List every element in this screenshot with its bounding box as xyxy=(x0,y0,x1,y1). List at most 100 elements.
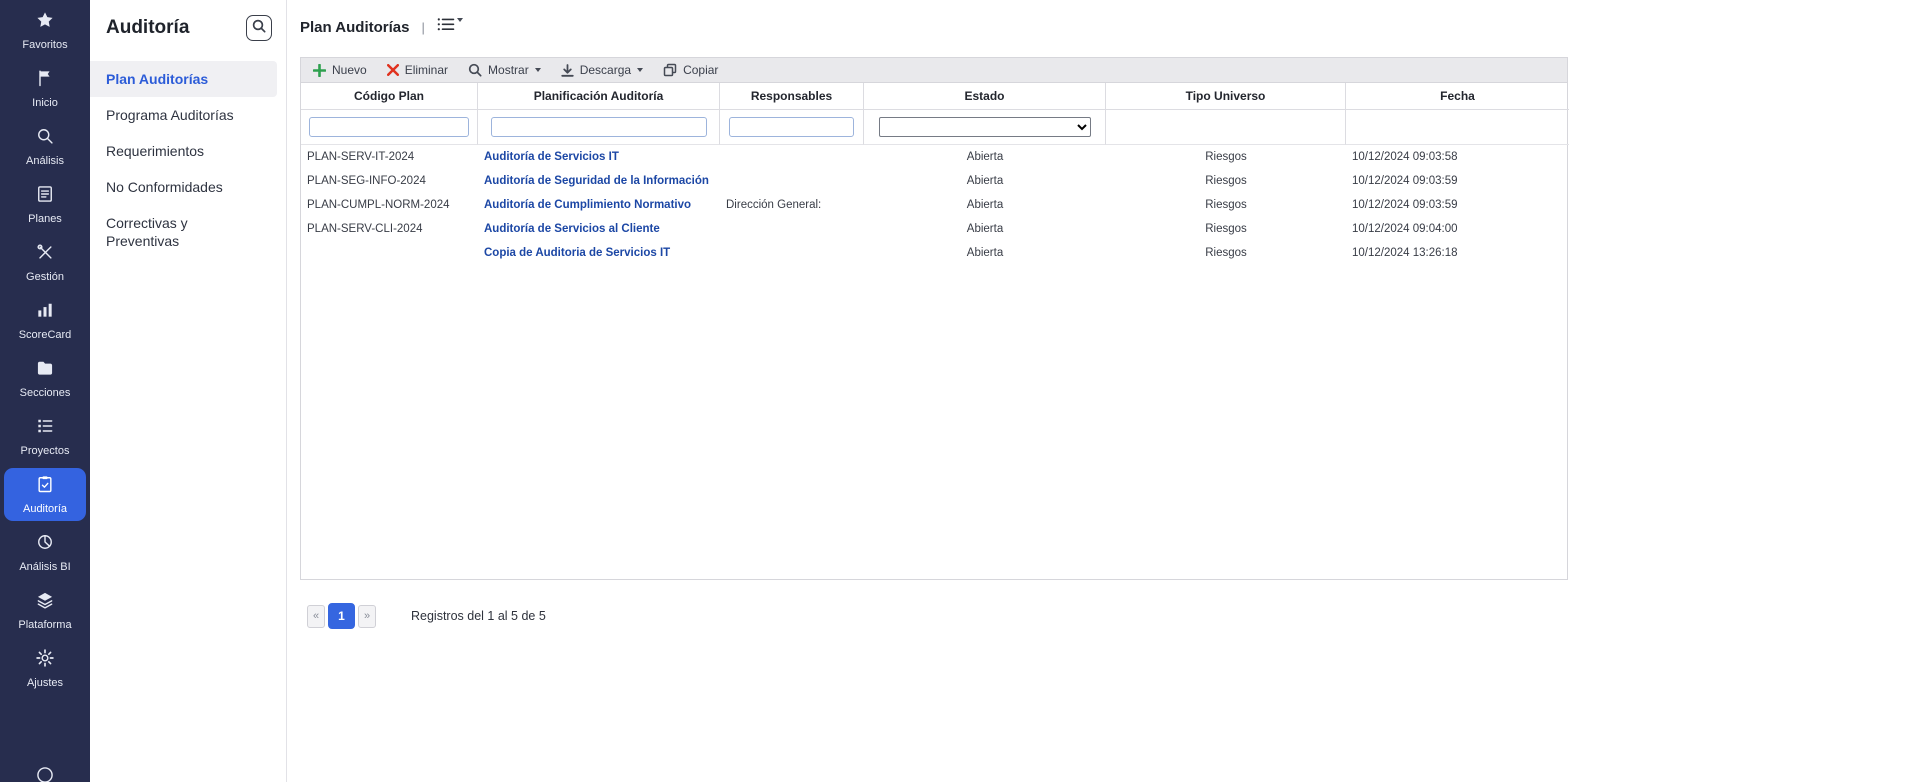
cell-tipo-universo: Riesgos xyxy=(1205,199,1247,211)
rail-item-ajustes[interactable]: Ajustes xyxy=(4,642,86,695)
records-summary: Registros del 1 al 5 de 5 xyxy=(411,609,546,623)
cell-fecha: 10/12/2024 09:04:00 xyxy=(1352,223,1458,235)
rail-label: Plataforma xyxy=(18,619,72,631)
table-row[interactable]: PLAN-CUMPL-NORM-2024 Auditoría de Cumpli… xyxy=(301,193,1567,217)
column-header-fecha[interactable]: Fecha xyxy=(1346,83,1569,110)
document-icon xyxy=(35,184,55,209)
next-page-button[interactable]: » xyxy=(358,604,376,628)
rail-item-analisis[interactable]: Análisis xyxy=(4,120,86,173)
nuevo-label: Nuevo xyxy=(332,63,367,77)
rail-item-bottom[interactable] xyxy=(4,759,86,782)
rail-label: Gestión xyxy=(26,271,64,283)
cell-fecha: 10/12/2024 13:26:18 xyxy=(1352,247,1458,259)
plan-link[interactable]: Auditoría de Servicios IT xyxy=(484,151,619,163)
cell-fecha: 10/12/2024 09:03:58 xyxy=(1352,151,1458,163)
clipboard-icon xyxy=(35,474,55,499)
plan-link[interactable]: Auditoría de Seguridad de la Información xyxy=(484,175,709,187)
view-options-button[interactable] xyxy=(437,17,463,37)
copy-icon xyxy=(663,63,677,77)
mostrar-button[interactable]: Mostrar xyxy=(468,63,541,77)
cell-estado: Abierta xyxy=(966,223,1004,235)
column-header-estado[interactable]: Estado xyxy=(864,83,1106,110)
star-icon xyxy=(35,10,55,35)
sidebar-item-correctivas-preventivas[interactable]: Correctivas y Preventivas xyxy=(90,205,277,259)
table-row[interactable]: PLAN-SERV-CLI-2024 Auditoría de Servicio… xyxy=(301,217,1567,241)
rail-item-auditoria[interactable]: Auditoría xyxy=(4,468,86,521)
table-row[interactable]: PLAN-SEG-INFO-2024 Auditoría de Segurida… xyxy=(301,169,1567,193)
x-icon xyxy=(386,64,399,76)
sidebar-item-no-conformidades[interactable]: No Conformidades xyxy=(90,169,277,205)
sidebar-item-programa-auditorias[interactable]: Programa Auditorías xyxy=(90,97,277,133)
grid-header-row: Código Plan Planificación Auditoría Resp… xyxy=(301,83,1569,110)
responsables-filter-input[interactable] xyxy=(729,117,854,137)
folder-icon xyxy=(35,358,55,383)
module-sidebar: Auditoría Plan Auditorías Programa Audit… xyxy=(90,0,287,782)
sidebar-item-requerimientos[interactable]: Requerimientos xyxy=(90,133,277,169)
rail-item-proyectos[interactable]: Proyectos xyxy=(4,410,86,463)
cell-codigo: PLAN-CUMPL-NORM-2024 xyxy=(307,199,450,211)
download-icon xyxy=(561,63,574,77)
cell-estado: Abierta xyxy=(966,151,1004,163)
plus-icon xyxy=(313,63,326,77)
sidebar-item-plan-auditorias[interactable]: Plan Auditorías xyxy=(90,61,277,97)
rail-label: Planes xyxy=(28,213,62,225)
rail-item-gestion[interactable]: Gestión xyxy=(4,236,86,289)
rail-label: Análisis BI xyxy=(19,561,71,573)
rail-label: ScoreCard xyxy=(18,329,72,341)
copiar-button[interactable]: Copiar xyxy=(663,63,718,77)
tools-icon xyxy=(35,242,55,267)
pie-chart-icon xyxy=(35,532,55,557)
planificacion-filter-input[interactable] xyxy=(490,117,707,137)
cell-fecha: 10/12/2024 09:03:59 xyxy=(1352,199,1458,211)
cell-tipo-universo: Riesgos xyxy=(1205,151,1247,163)
search-icon xyxy=(252,19,266,38)
cell-fecha: 10/12/2024 09:03:59 xyxy=(1352,175,1458,187)
column-header-responsables[interactable]: Responsables xyxy=(720,83,864,110)
plan-link[interactable]: Copia de Auditoria de Servicios IT xyxy=(484,247,670,259)
table-row[interactable]: Copia de Auditoria de Servicios IT Abier… xyxy=(301,241,1567,265)
mostrar-label: Mostrar xyxy=(488,63,529,77)
module-menu: Plan Auditorías Programa Auditorías Requ… xyxy=(90,61,286,259)
plan-link[interactable]: Auditoría de Cumplimiento Normativo xyxy=(484,199,691,211)
nuevo-button[interactable]: Nuevo xyxy=(313,63,367,77)
gear-icon xyxy=(35,648,55,673)
bar-chart-icon xyxy=(35,300,55,325)
rail-item-plataforma[interactable]: Plataforma xyxy=(4,584,86,637)
descarga-button[interactable]: Descarga xyxy=(561,63,644,77)
rail-label: Auditoría xyxy=(22,503,68,515)
rail-item-favoritos[interactable]: Favoritos xyxy=(4,4,86,57)
circle-icon xyxy=(35,765,55,782)
sidebar-search-button[interactable] xyxy=(246,15,272,41)
rail-item-analisis-bi[interactable]: Análisis BI xyxy=(4,526,86,579)
eliminar-button[interactable]: Eliminar xyxy=(386,63,448,77)
cell-estado: Abierta xyxy=(966,199,1004,211)
rail-label: Favoritos xyxy=(22,39,68,51)
module-title: Auditoría xyxy=(106,17,190,38)
estado-filter-select[interactable] xyxy=(878,117,1091,137)
rail-item-planes[interactable]: Planes xyxy=(4,178,86,231)
cell-responsables: Dirección General: xyxy=(726,199,822,211)
cell-estado: Abierta xyxy=(966,175,1004,187)
grid-filter-row xyxy=(301,110,1569,145)
tasks-icon xyxy=(35,416,55,441)
rail-item-inicio[interactable]: Inicio xyxy=(4,62,86,115)
fecha-filter-empty xyxy=(1346,110,1569,145)
rail-item-secciones[interactable]: Secciones xyxy=(4,352,86,405)
column-header-tipo-universo[interactable]: Tipo Universo xyxy=(1106,83,1346,110)
chevron-down-icon xyxy=(637,68,644,72)
page-title: Plan Auditorías xyxy=(300,18,410,36)
column-header-codigo[interactable]: Código Plan xyxy=(301,83,478,110)
plan-auditorias-grid: Nuevo Eliminar Mostrar Descarga Copiar C… xyxy=(300,57,1569,629)
page-1-button[interactable]: 1 xyxy=(328,603,355,629)
rail-item-scorecard[interactable]: ScoreCard xyxy=(4,294,86,347)
column-header-planificacion[interactable]: Planificación Auditoría xyxy=(478,83,720,110)
codigo-filter-input[interactable] xyxy=(309,117,469,137)
flag-icon xyxy=(35,68,55,93)
list-view-icon xyxy=(437,17,455,37)
table-row[interactable]: PLAN-SERV-IT-2024 Auditoría de Servicios… xyxy=(301,145,1567,169)
prev-page-button[interactable]: « xyxy=(307,604,325,628)
grid-toolbar: Nuevo Eliminar Mostrar Descarga Copiar xyxy=(300,57,1568,83)
cell-estado: Abierta xyxy=(966,247,1004,259)
left-rail: Favoritos Inicio Análisis Planes Gestión… xyxy=(0,0,90,782)
plan-link[interactable]: Auditoría de Servicios al Cliente xyxy=(484,223,660,235)
